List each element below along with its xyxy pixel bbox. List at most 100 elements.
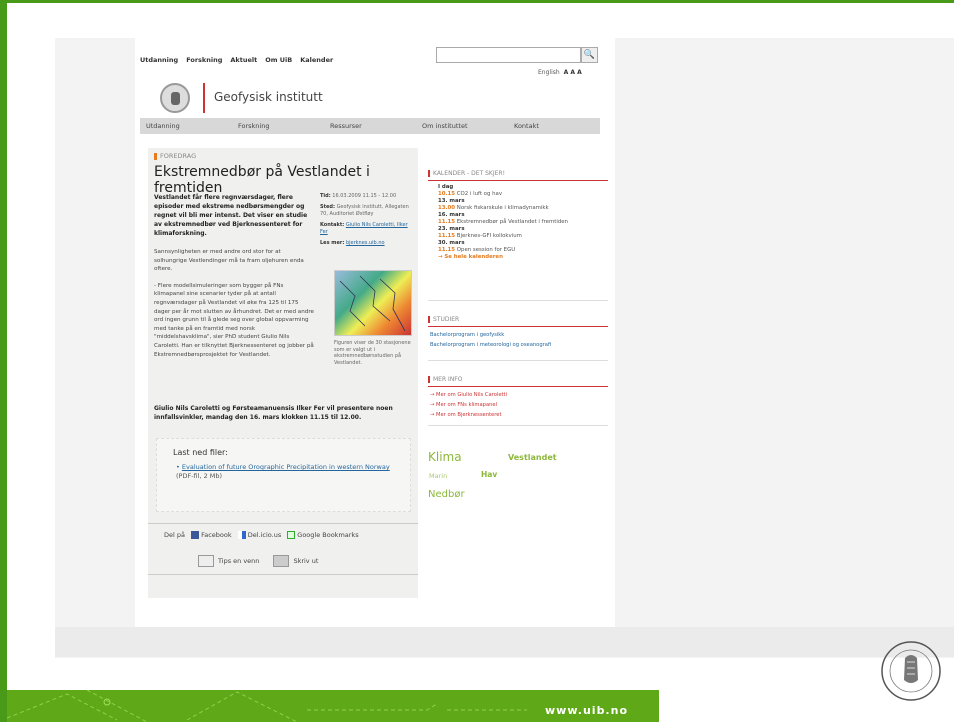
les-mer-label: Les mer: — [320, 240, 345, 246]
tips-button[interactable]: Tips en venn — [198, 555, 259, 567]
calendar-time: 11.15 — [438, 247, 456, 253]
download-meta: (PDF-fil, 2 Mb) — [176, 472, 223, 480]
studier-bottom-rule — [428, 360, 608, 361]
calendar-day: I dag — [438, 184, 454, 190]
facebook-icon — [191, 531, 199, 539]
topnav-om-uib[interactable]: Om UiB — [265, 56, 292, 64]
article-body: Sannsynligheten er med andre ord stor fo… — [154, 248, 314, 359]
calendar-entry[interactable]: 30. mars 11.15 Open session for EGU — [438, 240, 598, 254]
search-button[interactable]: 🔍 — [581, 47, 598, 63]
calendar-rule — [428, 180, 608, 181]
calendar-entry[interactable]: 13. mars 13.00 Norsk fiskarskule i klimad… — [438, 198, 598, 212]
google-bookmarks-icon — [287, 531, 296, 539]
merinfo-title: MER INFO — [428, 376, 462, 383]
delicious-share[interactable]: Del.icio.us — [237, 531, 281, 539]
mainnav-forskning[interactable]: Forskning — [232, 118, 324, 134]
topnav-forskning[interactable]: Forskning — [186, 56, 222, 64]
tag-hav[interactable]: Hav — [481, 470, 497, 479]
merinfo-link[interactable]: → Mer om Bjerknessenteret — [430, 410, 507, 420]
article-category: FOREDRAG — [154, 152, 196, 160]
action-divider — [148, 574, 418, 575]
calendar-text: Open session for EGU — [456, 247, 516, 253]
precipitation-map-image[interactable] — [334, 270, 412, 336]
mainnav-kontakt[interactable]: Kontakt — [508, 118, 600, 134]
share-bar: Del på Facebook Del.icio.us Google Bookm… — [164, 531, 359, 539]
institute-name[interactable]: Geofysisk institutt — [214, 90, 323, 104]
topnav-kalender[interactable]: Kalender — [300, 56, 333, 64]
footer-url: www.uib.no — [545, 704, 629, 717]
merinfo-link[interactable]: → Mer om Giulio Nils Caroletti — [430, 390, 507, 400]
kontakt-label: Kontakt: — [320, 222, 345, 228]
mainnav-om-instituttet[interactable]: Om instituttet — [416, 118, 508, 134]
downloads-title: Last ned filer: — [173, 448, 228, 457]
topnav-utdanning[interactable]: Utdanning — [140, 56, 178, 64]
calendar-time: 11.15 — [438, 233, 456, 239]
font-size-controls[interactable]: A A A — [564, 69, 582, 76]
calendar-day: 23. mars — [438, 226, 465, 232]
studier-title: STUDIER — [428, 316, 459, 323]
sted-label: Sted: — [320, 204, 335, 210]
calendar-text: Bjerknes-GFI kollokvium — [456, 233, 522, 239]
delicious-icon — [237, 531, 246, 539]
merinfo-link[interactable]: → Mer om FNs klimapanel — [430, 400, 507, 410]
printer-icon — [273, 555, 290, 567]
topnav-aktuelt[interactable]: Aktuelt — [230, 56, 257, 64]
english-link[interactable]: English — [538, 69, 560, 76]
map-overlay — [339, 275, 406, 332]
facebook-label: Facebook — [201, 531, 232, 539]
tag-marin[interactable]: Marin — [429, 472, 447, 480]
tag-klima[interactable]: Klima — [428, 450, 462, 464]
mainnav-ressurser[interactable]: Ressurser — [324, 118, 416, 134]
calendar-day: 13. mars — [438, 198, 465, 204]
article-footline: Giulio Nils Caroletti og Førsteamanuensi… — [154, 405, 393, 421]
article-body-paragraph-2: - Flere modellsimuleringer som bygger på… — [154, 282, 314, 358]
map-caption: Figuren viser de 30 stasjonene som er va… — [334, 340, 411, 366]
logo-divider — [203, 83, 205, 113]
calendar-time: 10.15 — [438, 191, 456, 197]
studier-links: Bachelorprogram i geofysikk Bachelorprog… — [430, 330, 551, 350]
calendar-entry[interactable]: 23. mars 11.15 Bjerknes-GFI kollokvium — [438, 226, 598, 240]
google-bookmarks-label: Google Bookmarks — [297, 531, 359, 539]
calendar-entry[interactable]: I dag 10.15 CO2 i luft og hav — [438, 184, 598, 198]
main-navigation: Utdanning Forskning Ressurser Om institu… — [140, 118, 600, 134]
university-seal-icon — [881, 641, 941, 701]
calendar-text: CO2 i luft og hav — [456, 191, 503, 197]
calendar-list: I dag 10.15 CO2 i luft og hav 13. mars 13.… — [438, 184, 598, 261]
tid-value: 16.03.2009 11.15 - 12.00 — [332, 193, 397, 199]
mainnav-utdanning[interactable]: Utdanning — [140, 118, 232, 134]
tag-vestlandet[interactable]: Vestlandet — [508, 453, 557, 462]
calendar-text: Ekstremnedbør på Vestlandet i fremtiden — [456, 219, 568, 225]
tid-label: Tid: — [320, 193, 331, 199]
tag-nedbor[interactable]: Nedbør — [428, 489, 465, 500]
calendar-time: 11.15 — [438, 219, 456, 225]
studier-link[interactable]: Bachelorprogram i geofysikk — [430, 330, 551, 340]
download-link[interactable]: Evaluation of future Orographic Precipit… — [182, 463, 390, 471]
calendar-title: KALENDER - DET SKJER! — [428, 170, 505, 177]
les-mer-link[interactable]: bjerknes.uib.no — [346, 240, 385, 246]
article-body-paragraph-1: Sannsynligheten er med andre ord stor fo… — [154, 249, 304, 273]
top-navigation: Utdanning Forskning Aktuelt Om UiB Kalen… — [140, 56, 333, 64]
download-item: • Evaluation of future Orographic Precip… — [176, 463, 390, 480]
calendar-day: 30. mars — [438, 240, 465, 246]
calendar-more-link[interactable]: → Se hele kalenderen — [438, 254, 598, 261]
tips-label: Tips en venn — [218, 557, 260, 565]
calendar-bottom-rule — [428, 300, 608, 301]
studier-rule — [428, 326, 608, 327]
uib-seal-logo[interactable] — [160, 83, 190, 113]
share-label: Del på — [164, 531, 185, 539]
calendar-text: Norsk fiskarskule i klimadynamikk — [456, 205, 549, 211]
merinfo-bottom-rule — [428, 425, 608, 426]
search-input[interactable] — [436, 47, 581, 63]
print-button[interactable]: Skriv ut — [273, 555, 318, 567]
calendar-entry[interactable]: 16. mars 11.15 Ekstremnedbør på Vestlande… — [438, 212, 598, 226]
page-footer-band — [55, 627, 954, 657]
studier-link[interactable]: Bachelorprogram i meteorologi og oseanog… — [430, 340, 551, 350]
article-lead: Vestlandet får flere regnværsdager, fler… — [154, 194, 308, 237]
envelope-icon — [198, 555, 214, 567]
language-bar: English A A A — [538, 69, 582, 76]
google-bookmarks-share[interactable]: Google Bookmarks — [287, 531, 359, 539]
action-bar: Tips en venn Skriv ut — [198, 555, 318, 567]
facebook-share[interactable]: Facebook — [191, 531, 232, 539]
share-divider — [148, 523, 418, 524]
search-icon: 🔍 — [583, 50, 596, 60]
